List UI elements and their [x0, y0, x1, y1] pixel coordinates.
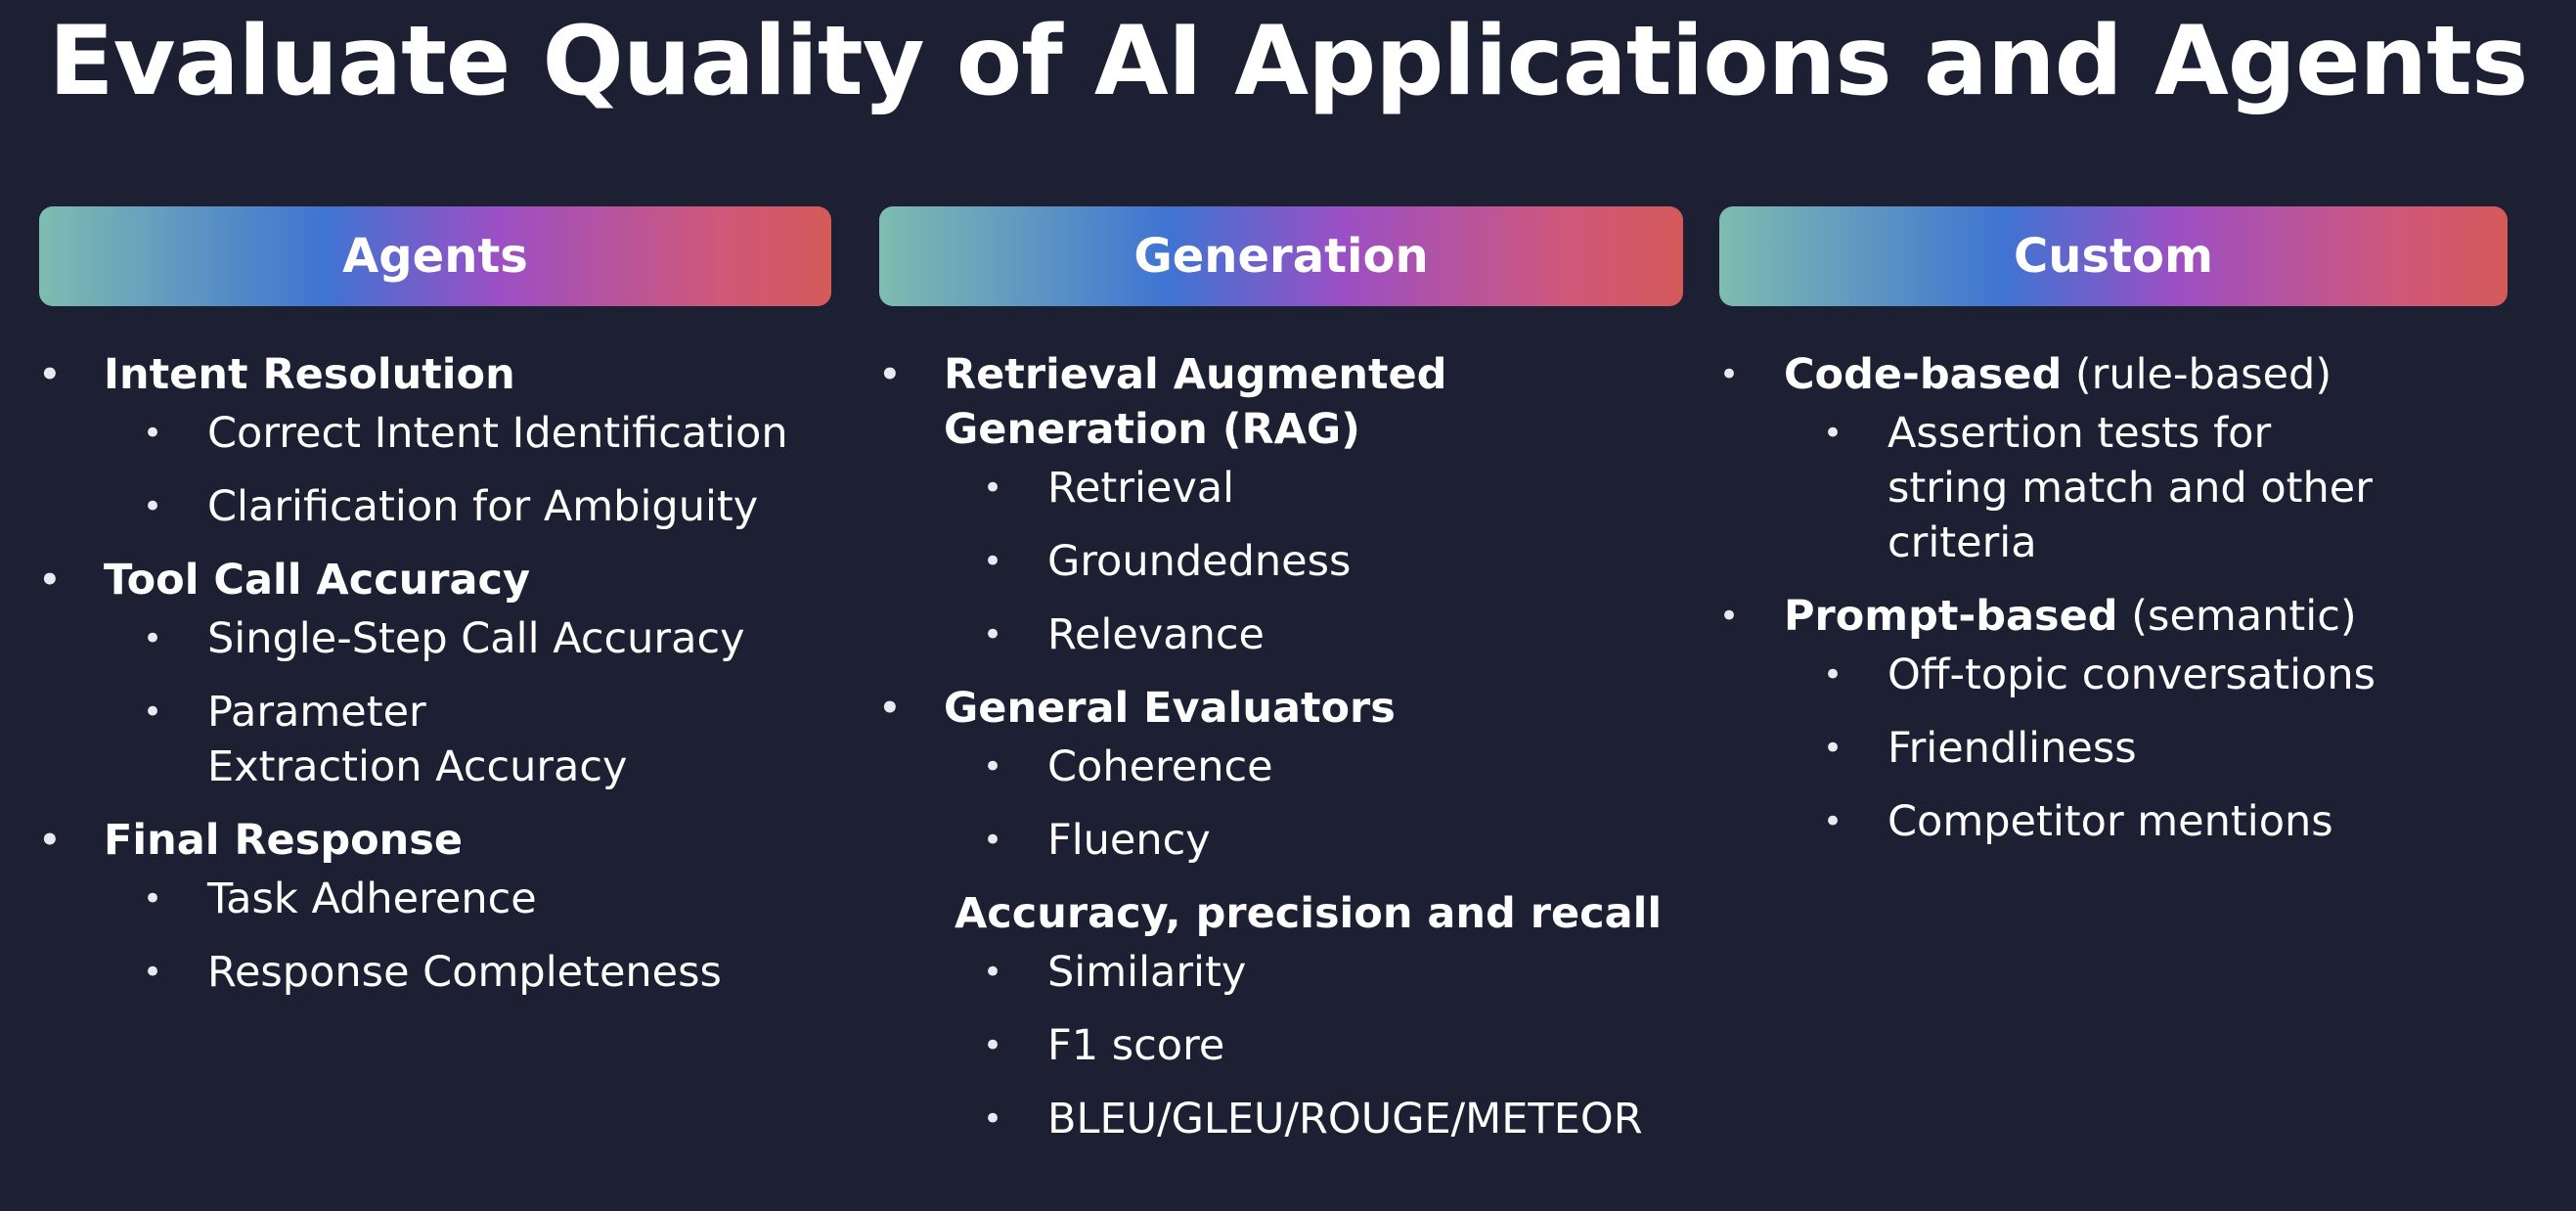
list-item: Tool Call Accuracy Single-Step Call Accu… — [39, 553, 831, 794]
list-item-label: General Evaluators — [879, 681, 1683, 736]
custom-list: Code-based (rule-based) Assertion tests … — [1719, 347, 2508, 849]
sub-list-item: Groundedness — [879, 534, 1683, 589]
sub-list-item: Task Adherence — [39, 872, 831, 926]
sub-list-item: F1 score — [879, 1018, 1683, 1073]
sub-list-item: Assertion tests for string match and oth… — [1719, 406, 2396, 570]
list-item: Prompt-based (semantic) Off-topic conver… — [1719, 589, 2508, 849]
sub-list: Coherence Fluency — [879, 740, 1683, 868]
list-item-title: Prompt-based — [1784, 592, 2118, 641]
sub-list: Task Adherence Response Completeness — [39, 872, 831, 1000]
column-header-agents: Agents — [39, 206, 831, 306]
sub-list-item: Friendliness — [1719, 721, 2508, 776]
list-item: Retrieval Augmented Generation (RAG) Ret… — [879, 347, 1683, 662]
list-item-label: Intent Resolution — [39, 347, 831, 402]
list-item-label: Final Response — [39, 813, 831, 868]
sub-list-item: Retrieval — [879, 461, 1683, 516]
sub-list-item: Correct Intent Identification — [39, 406, 831, 461]
generation-list: Retrieval Augmented Generation (RAG) Ret… — [879, 347, 1683, 1146]
sub-list: Correct Intent Identification Clarificat… — [39, 406, 831, 534]
list-item: Final Response Task Adherence Response C… — [39, 813, 831, 1000]
column-custom: Custom Code-based (rule-based) Assertion… — [1719, 206, 2508, 868]
column-header-generation: Generation — [879, 206, 1683, 306]
column-agents: Agents Intent Resolution Correct Intent … — [39, 206, 831, 1018]
sub-list-item: Single-Step Call Accuracy — [39, 611, 831, 666]
sub-list-item: Relevance — [879, 607, 1683, 662]
sub-list-item: Clarification for Ambiguity — [39, 479, 831, 534]
list-item: Accuracy, precision and recall Similarit… — [879, 886, 1683, 1146]
list-item-note: (semantic) — [2117, 592, 2357, 641]
sub-list: Assertion tests for string match and oth… — [1719, 406, 2508, 570]
sub-list-item: Coherence — [879, 740, 1683, 794]
list-item-label: Tool Call Accuracy — [39, 553, 831, 607]
list-item-label: Prompt-based (semantic) — [1719, 589, 2508, 644]
sub-list: Similarity F1 score BLEU/GLEU/ROUGE/METE… — [879, 945, 1683, 1146]
column-generation: Generation Retrieval Augmented Generatio… — [879, 206, 1683, 1165]
list-item-label: Retrieval Augmented Generation (RAG) — [879, 347, 1683, 457]
sub-list: Single-Step Call Accuracy Parameter Extr… — [39, 611, 831, 794]
sub-list-item: Similarity — [879, 945, 1683, 1000]
list-item: Code-based (rule-based) Assertion tests … — [1719, 347, 2508, 570]
sub-list-item: BLEU/GLEU/ROUGE/METEOR — [879, 1092, 1683, 1146]
sub-list-item: Parameter Extraction Accuracy — [39, 685, 628, 794]
sub-list: Off-topic conversations Friendliness Com… — [1719, 648, 2508, 849]
sub-list: Retrieval Groundedness Relevance — [879, 461, 1683, 662]
list-item-title: Code-based — [1784, 350, 2063, 399]
agents-list: Intent Resolution Correct Intent Identif… — [39, 347, 831, 1000]
list-item: General Evaluators Coherence Fluency — [879, 681, 1683, 868]
sub-list-item: Fluency — [879, 813, 1683, 868]
list-item-label: Accuracy, precision and recall — [955, 889, 1663, 938]
list-item-note: (rule-based) — [2062, 350, 2332, 399]
sub-list-item: Competitor mentions — [1719, 794, 2508, 849]
sub-list-item: Response Completeness — [39, 945, 831, 1000]
page-title: Evaluate Quality of AI Applications and … — [48, 6, 2529, 117]
column-header-custom: Custom — [1719, 206, 2508, 306]
list-item-label: Code-based (rule-based) — [1719, 347, 2508, 402]
sub-list-item: Off-topic conversations — [1719, 648, 2508, 702]
list-item: Intent Resolution Correct Intent Identif… — [39, 347, 831, 534]
